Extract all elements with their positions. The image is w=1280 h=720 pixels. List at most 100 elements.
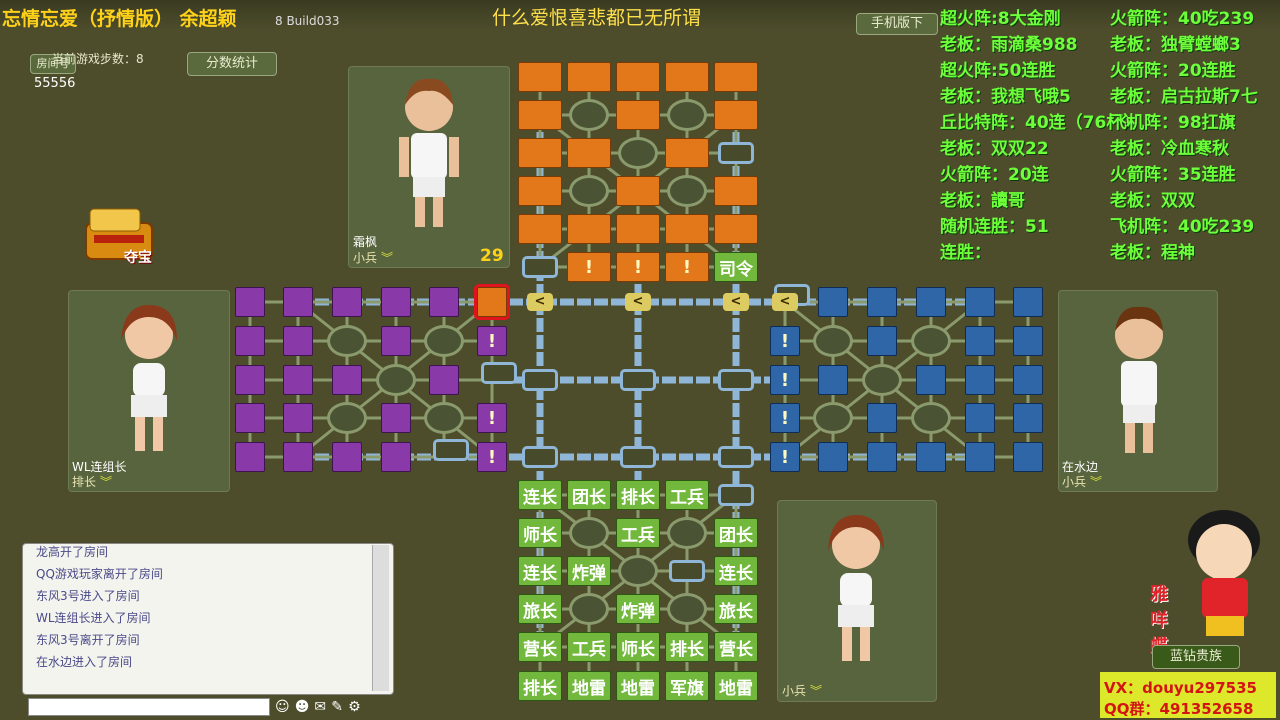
orange-piece[interactable] — [518, 214, 562, 244]
empty-station[interactable] — [718, 446, 754, 468]
orange-piece[interactable] — [518, 176, 562, 206]
camp-cell[interactable] — [911, 325, 951, 357]
orange-piece[interactable] — [665, 138, 709, 168]
blue-piece[interactable] — [818, 365, 848, 395]
empty-station[interactable] — [522, 369, 558, 391]
blue-piece[interactable] — [867, 287, 897, 317]
orange-piece[interactable] — [567, 62, 611, 92]
green-piece[interactable]: 炸弹 — [567, 556, 611, 586]
tool-icon[interactable]: ✎ — [331, 699, 343, 715]
emoji-icon[interactable]: ☺ — [275, 699, 290, 715]
blue-piece[interactable] — [1013, 442, 1043, 472]
purple-piece[interactable] — [283, 442, 313, 472]
blue-piece[interactable] — [916, 442, 946, 472]
green-piece[interactable]: 师长 — [518, 518, 562, 548]
gift-icon[interactable]: ✉ — [314, 699, 326, 715]
camp-cell[interactable] — [667, 593, 707, 625]
blue-piece-hidden[interactable]: ! — [770, 326, 800, 356]
chat-input[interactable] — [28, 698, 270, 716]
orange-piece[interactable] — [518, 100, 562, 130]
purple-piece[interactable] — [332, 287, 362, 317]
orange-piece[interactable] — [518, 138, 562, 168]
camp-cell[interactable] — [618, 555, 658, 587]
purple-piece[interactable] — [381, 326, 411, 356]
purple-piece[interactable] — [235, 365, 265, 395]
green-piece[interactable]: 工兵 — [567, 632, 611, 662]
camp-cell[interactable] — [569, 99, 609, 131]
empty-station[interactable] — [522, 256, 558, 278]
blue-piece[interactable] — [818, 442, 848, 472]
camp-cell[interactable] — [813, 402, 853, 434]
smile-icon[interactable]: ☻ — [295, 699, 310, 715]
blue-piece[interactable] — [1013, 403, 1043, 433]
orange-piece[interactable] — [567, 214, 611, 244]
blue-piece[interactable] — [965, 326, 995, 356]
purple-piece[interactable] — [283, 403, 313, 433]
empty-station[interactable] — [718, 484, 754, 506]
blue-diamond-button[interactable]: 蓝钻贵族 — [1152, 645, 1240, 669]
camp-cell[interactable] — [667, 99, 707, 131]
camp-cell[interactable] — [618, 137, 658, 169]
camp-cell[interactable] — [911, 402, 951, 434]
purple-piece[interactable] — [235, 403, 265, 433]
blue-piece[interactable] — [1013, 287, 1043, 317]
blue-piece[interactable] — [867, 326, 897, 356]
green-piece[interactable]: 旅长 — [714, 594, 758, 624]
orange-piece-hidden[interactable]: ! — [665, 252, 709, 282]
purple-piece[interactable] — [381, 442, 411, 472]
green-piece[interactable]: 团长 — [714, 518, 758, 548]
purple-piece[interactable] — [429, 365, 459, 395]
purple-piece[interactable] — [429, 287, 459, 317]
green-piece[interactable]: 团长 — [567, 480, 611, 510]
green-piece[interactable]: 师长 — [616, 632, 660, 662]
empty-station[interactable] — [620, 369, 656, 391]
blue-piece[interactable] — [965, 403, 995, 433]
camp-cell[interactable] — [569, 593, 609, 625]
blue-piece[interactable] — [1013, 326, 1043, 356]
green-piece[interactable]: 连长 — [518, 480, 562, 510]
blue-piece[interactable] — [867, 442, 897, 472]
green-piece[interactable]: 炸弹 — [616, 594, 660, 624]
purple-piece[interactable] — [332, 365, 362, 395]
green-piece[interactable]: 连长 — [518, 556, 562, 586]
blue-piece[interactable] — [916, 365, 946, 395]
green-piece[interactable]: 地雷 — [567, 671, 611, 701]
orange-piece[interactable] — [714, 100, 758, 130]
blue-piece[interactable] — [867, 403, 897, 433]
blue-piece[interactable] — [965, 442, 995, 472]
blue-piece[interactable] — [916, 287, 946, 317]
blue-piece-hidden[interactable]: ! — [770, 442, 800, 472]
green-piece[interactable]: 营长 — [518, 632, 562, 662]
green-piece[interactable]: 旅长 — [518, 594, 562, 624]
blue-piece[interactable] — [965, 365, 995, 395]
purple-piece-hidden[interactable]: ! — [477, 326, 507, 356]
empty-station[interactable] — [718, 142, 754, 164]
camp-cell[interactable] — [424, 325, 464, 357]
blue-piece-hidden[interactable]: ! — [770, 403, 800, 433]
purple-piece[interactable] — [283, 326, 313, 356]
orange-piece[interactable] — [665, 62, 709, 92]
purple-piece[interactable] — [283, 365, 313, 395]
selected-piece[interactable] — [474, 284, 510, 320]
camp-cell[interactable] — [862, 364, 902, 396]
green-piece[interactable]: 军旗 — [665, 671, 709, 701]
orange-piece[interactable] — [518, 62, 562, 92]
camp-cell[interactable] — [667, 517, 707, 549]
camp-cell[interactable] — [376, 364, 416, 396]
empty-station[interactable] — [620, 446, 656, 468]
purple-piece-hidden[interactable]: ! — [477, 403, 507, 433]
orange-piece[interactable] — [665, 214, 709, 244]
purple-piece-hidden[interactable]: ! — [477, 442, 507, 472]
blue-piece[interactable] — [965, 287, 995, 317]
green-piece[interactable]: 工兵 — [616, 518, 660, 548]
camp-cell[interactable] — [813, 325, 853, 357]
green-piece[interactable]: 排长 — [665, 632, 709, 662]
green-piece[interactable]: 排长 — [616, 480, 660, 510]
empty-station[interactable] — [522, 446, 558, 468]
purple-piece[interactable] — [283, 287, 313, 317]
camp-cell[interactable] — [569, 175, 609, 207]
blue-piece-hidden[interactable]: ! — [770, 365, 800, 395]
purple-piece[interactable] — [235, 287, 265, 317]
green-piece[interactable]: 营长 — [714, 632, 758, 662]
orange-piece[interactable] — [616, 62, 660, 92]
